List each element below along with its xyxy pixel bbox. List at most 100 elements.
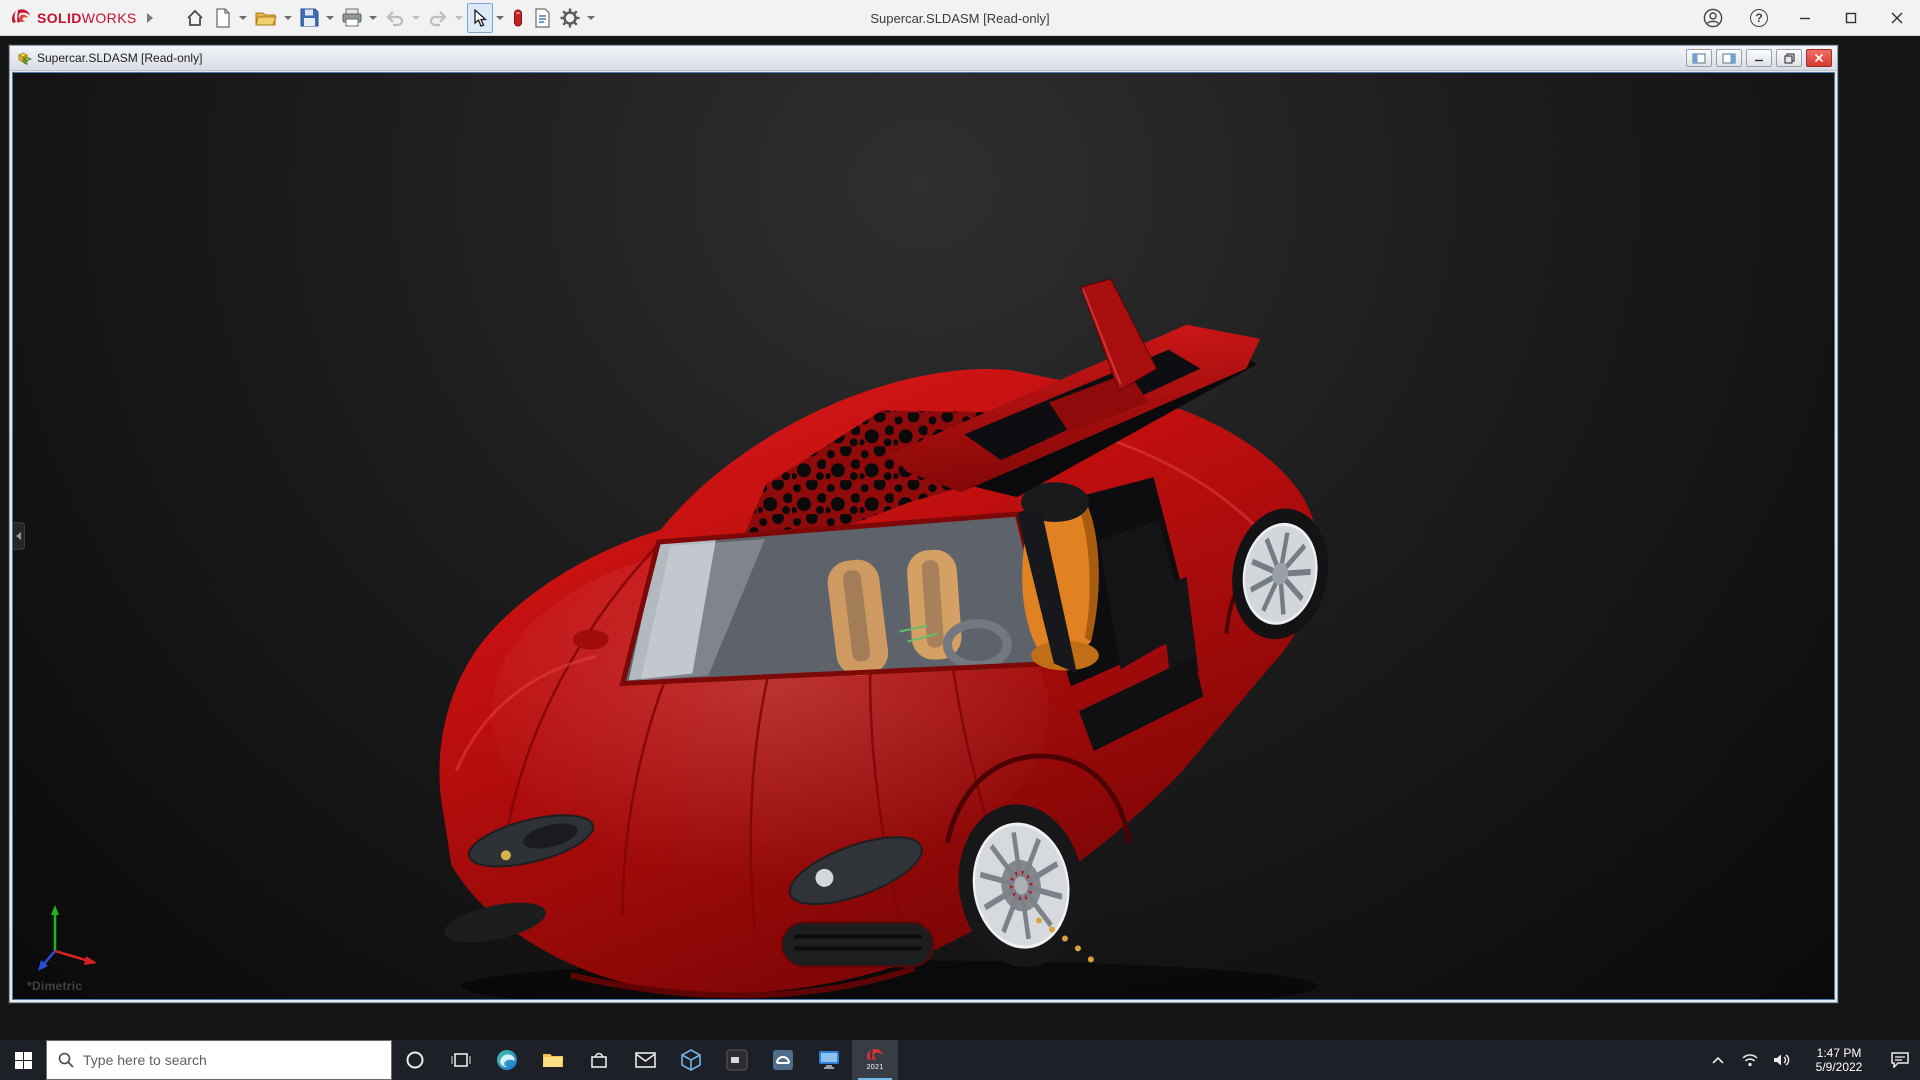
cube-icon <box>681 1049 701 1071</box>
app-icon-monitor[interactable] <box>806 1040 852 1080</box>
search-input[interactable] <box>83 1052 380 1068</box>
solidworks-brand: SOLIDWORKS <box>0 7 137 29</box>
app-icon-solidworks[interactable]: 2021 <box>852 1040 898 1080</box>
3d-model-supercar[interactable] <box>13 73 1834 999</box>
open-button[interactable] <box>251 3 281 33</box>
select-cursor-icon <box>472 9 488 27</box>
windows-logo-icon <box>15 1052 32 1069</box>
close-button[interactable] <box>1874 0 1920 36</box>
solidworks-wordmark: SOLIDWORKS <box>37 10 137 26</box>
doc-restore-button[interactable] <box>1776 49 1802 67</box>
doc-close-icon <box>1814 53 1824 63</box>
search-icon <box>58 1052 74 1068</box>
speaker-icon <box>1773 1053 1791 1067</box>
app-icon-edge[interactable] <box>484 1040 530 1080</box>
new-document-button[interactable] <box>210 3 236 33</box>
hidden-icons-button[interactable] <box>1702 1040 1734 1080</box>
task-view-button[interactable] <box>438 1040 484 1080</box>
minimize-icon <box>1799 12 1811 24</box>
pane-left-button[interactable] <box>1686 49 1712 67</box>
mail-icon <box>635 1052 656 1068</box>
cortana-icon <box>405 1050 425 1070</box>
doc-close-button[interactable] <box>1806 49 1832 67</box>
featuremanager-collapse-tab[interactable] <box>13 522 25 550</box>
solidworks-year-badge: 2021 <box>867 1064 884 1071</box>
help-icon: ? <box>1750 9 1768 27</box>
edge-icon <box>496 1049 518 1071</box>
start-button[interactable] <box>0 1040 46 1080</box>
app-icon-store[interactable] <box>576 1040 622 1080</box>
network-button[interactable] <box>1734 1040 1766 1080</box>
undo-icon <box>385 9 405 27</box>
select-tool-dropdown[interactable] <box>496 16 504 20</box>
doc-minimize-icon <box>1754 53 1764 63</box>
volume-button[interactable] <box>1766 1040 1798 1080</box>
pane-left-icon <box>1692 53 1706 64</box>
orientation-triad[interactable] <box>31 899 103 973</box>
minimize-button[interactable] <box>1782 0 1828 36</box>
print-dropdown[interactable] <box>369 16 377 20</box>
file-properties-icon <box>533 8 551 28</box>
redo-dropdown[interactable] <box>455 16 463 20</box>
document-window-controls <box>1686 49 1832 67</box>
document-titlebar[interactable]: Supercar.SLDASM [Read-only] <box>10 46 1837 71</box>
taskbar: 2021 <box>0 1040 1920 1080</box>
graphics-viewport[interactable]: *Dimetric <box>12 72 1835 1000</box>
store-icon <box>589 1050 609 1070</box>
account-button[interactable] <box>1690 0 1736 36</box>
app-icon-file-explorer[interactable] <box>530 1040 576 1080</box>
monitor-icon <box>818 1050 840 1070</box>
save-icon <box>300 8 319 27</box>
xpress-products-button[interactable] <box>508 3 528 33</box>
print-button[interactable] <box>338 3 366 33</box>
gear-icon <box>560 8 580 28</box>
select-tool-button[interactable] <box>467 3 493 33</box>
new-document-dropdown[interactable] <box>239 16 247 20</box>
new-document-icon <box>214 8 232 28</box>
app-icon-mail[interactable] <box>622 1040 668 1080</box>
open-dropdown[interactable] <box>284 16 292 20</box>
task-view-icon <box>451 1051 471 1069</box>
app-icon-3d-viewer[interactable] <box>668 1040 714 1080</box>
solidworks-taskbar-icon <box>866 1049 884 1063</box>
options-dropdown[interactable] <box>587 16 595 20</box>
options-button[interactable] <box>556 3 584 33</box>
app-icon-edrawings[interactable] <box>760 1040 806 1080</box>
save-dropdown[interactable] <box>326 16 334 20</box>
screen: Supercar.SLDASM [Read-only] SOLIDWORKS <box>0 0 1920 1080</box>
undo-dropdown[interactable] <box>412 16 420 20</box>
doc-restore-icon <box>1784 53 1795 64</box>
dark-tile-icon <box>726 1049 748 1071</box>
print-icon <box>342 8 362 27</box>
document-window: Supercar.SLDASM [Read-only] <box>9 45 1838 1003</box>
chevron-up-icon <box>1712 1056 1724 1064</box>
maximize-button[interactable] <box>1828 0 1874 36</box>
edrawings-icon <box>772 1049 794 1071</box>
redo-button[interactable] <box>424 3 452 33</box>
pane-right-icon <box>1722 53 1736 64</box>
main-toolbar <box>181 3 598 33</box>
clock-time: 1:47 PM <box>1817 1046 1862 1060</box>
home-button[interactable] <box>181 3 209 33</box>
system-tray: 1:47 PM 5/9/2022 <box>1702 1040 1920 1080</box>
toolbar-flyout-arrow-icon[interactable] <box>147 13 153 23</box>
assembly-document-icon <box>15 50 32 66</box>
file-properties-button[interactable] <box>529 3 555 33</box>
taskbar-clock[interactable]: 1:47 PM 5/9/2022 <box>1798 1040 1880 1080</box>
solidworks-logo-icon <box>10 7 32 29</box>
cortana-button[interactable] <box>392 1040 438 1080</box>
undo-button[interactable] <box>381 3 409 33</box>
taskbar-search[interactable] <box>46 1040 392 1080</box>
network-icon <box>1741 1053 1759 1067</box>
pane-right-button[interactable] <box>1716 49 1742 67</box>
app-icon-dark-tile[interactable] <box>714 1040 760 1080</box>
doc-minimize-button[interactable] <box>1746 49 1772 67</box>
save-button[interactable] <box>296 3 323 33</box>
home-icon <box>185 8 205 28</box>
view-orientation-label: *Dimetric <box>27 979 82 993</box>
chevron-left-icon <box>16 532 21 540</box>
action-center-button[interactable] <box>1880 1040 1920 1080</box>
help-button[interactable]: ? <box>1736 0 1782 36</box>
app-titlebar: Supercar.SLDASM [Read-only] SOLIDWORKS <box>0 0 1920 36</box>
open-folder-icon <box>255 9 277 27</box>
